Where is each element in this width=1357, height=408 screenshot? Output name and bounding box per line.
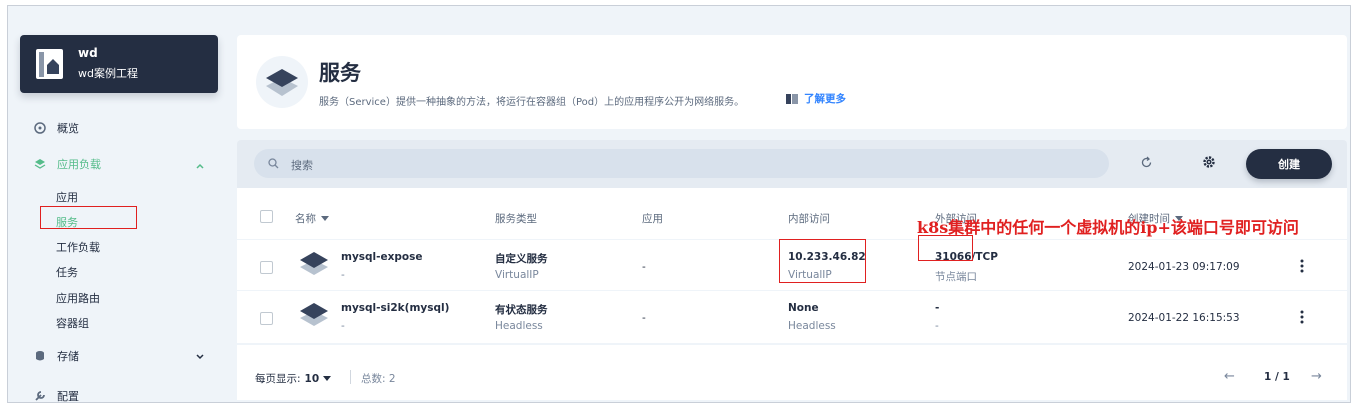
- sidebar-item-label: 存储: [57, 350, 79, 363]
- learn-more-label: 了解更多: [804, 93, 846, 105]
- row-checkbox[interactable]: [260, 261, 273, 274]
- created-time: 2024-01-22 16:15:53: [1128, 312, 1240, 324]
- sidebar-subitem-pods[interactable]: 容器组: [56, 315, 89, 331]
- page-indicator: 1 / 1: [1264, 371, 1290, 383]
- highlight-box-internal-ip: [779, 239, 866, 283]
- chevron-down-icon[interactable]: [195, 352, 205, 362]
- divider: [350, 370, 351, 384]
- refresh-icon[interactable]: [1140, 156, 1153, 169]
- service-name-sub: -: [341, 269, 345, 281]
- service-name[interactable]: mysql-si2k(mysql): [341, 302, 449, 314]
- external-access-sub: -: [935, 320, 939, 332]
- service-name-sub: -: [341, 320, 345, 332]
- workspace-name: wd: [78, 46, 98, 60]
- external-access: -: [935, 302, 940, 314]
- create-button[interactable]: 创建: [1246, 149, 1332, 179]
- row-checkbox[interactable]: [260, 312, 273, 325]
- internal-access-sub: Headless: [788, 320, 836, 332]
- service-app: -: [642, 261, 646, 273]
- service-type-sub: Headless: [495, 320, 543, 332]
- book-icon: [786, 93, 798, 104]
- per-page-select[interactable]: 每页显示: 10: [255, 371, 332, 386]
- column-header-internal: 内部访问: [788, 213, 830, 225]
- dashboard-icon: [34, 122, 46, 134]
- sidebar-subitem-apps[interactable]: 应用: [56, 189, 78, 205]
- service-type-sub: VirtualIP: [495, 269, 539, 281]
- gear-icon[interactable]: [1202, 155, 1216, 169]
- page-title: 服务: [319, 61, 361, 85]
- prev-page-icon[interactable]: ←: [1224, 369, 1235, 384]
- sort-down-icon: [321, 215, 329, 221]
- sidebar-subitem-workloads[interactable]: 工作负载: [56, 239, 100, 255]
- created-time: 2024-01-23 09:17:09: [1128, 261, 1240, 273]
- sidebar-item-app-workloads[interactable]: 应用负载: [34, 156, 101, 172]
- sidebar-item-label: 配置: [57, 390, 79, 403]
- column-header-label: 名称: [295, 213, 316, 225]
- workspace-icon: [36, 49, 63, 79]
- sidebar-subitem-jobs[interactable]: 任务: [56, 264, 78, 280]
- page-description: 服务（Service）提供一种抽象的方法，将运行在容器组（Pod）上的应用程序公…: [319, 97, 745, 108]
- total-count: 总数: 2: [361, 373, 396, 385]
- more-icon[interactable]: [1300, 259, 1304, 273]
- service-type: 有状态服务: [495, 304, 548, 316]
- workspace-description: wd案例工程: [78, 67, 138, 80]
- sidebar-subitem-ingress[interactable]: 应用路由: [56, 290, 100, 306]
- workspace-card[interactable]: wd wd案例工程: [20, 35, 218, 93]
- sidebar-item-storage[interactable]: 存储: [34, 348, 79, 364]
- wrench-icon: [35, 391, 45, 401]
- toolbar: 搜索 创建: [237, 140, 1347, 188]
- column-header-name[interactable]: 名称: [295, 211, 329, 226]
- database-icon: [36, 351, 44, 361]
- chevron-up-icon[interactable]: [195, 161, 205, 171]
- more-icon[interactable]: [1300, 310, 1304, 324]
- select-all-checkbox[interactable]: [260, 210, 273, 223]
- column-header-type: 服务类型: [495, 213, 537, 225]
- search-placeholder: 搜索: [291, 159, 313, 172]
- next-page-icon[interactable]: →: [1311, 369, 1322, 384]
- table-footer: 每页显示: 10 总数: 2 ← 1 / 1 →: [237, 344, 1347, 400]
- sidebar-item-label: 概览: [57, 122, 79, 135]
- annotation-text: k8s集群中的任何一个虚拟机的ip+该端口号即可访问: [917, 218, 1299, 237]
- search-icon: [268, 158, 279, 169]
- service-type: 自定义服务: [495, 253, 548, 265]
- sidebar-item-config[interactable]: 配置: [34, 388, 79, 403]
- service-icon: [300, 303, 328, 326]
- sidebar-item-label: 应用负载: [57, 158, 101, 171]
- per-page-label: 每页显示:: [255, 373, 301, 385]
- app-window: wd wd案例工程 概览 应用负载 应用 服务 工作负载 任务 应用路由 容器组…: [7, 5, 1351, 403]
- search-input[interactable]: 搜索: [254, 149, 1109, 178]
- learn-more-link[interactable]: 了解更多: [785, 91, 846, 106]
- highlight-box-node-port: [918, 235, 973, 261]
- service-app: -: [642, 312, 646, 324]
- internal-access: None: [788, 302, 819, 314]
- caret-down-icon: [323, 375, 332, 381]
- service-icon: [256, 56, 308, 108]
- column-header-app: 应用: [642, 213, 663, 225]
- per-page-value: 10: [304, 372, 320, 385]
- page-header: 服务 服务（Service）提供一种抽象的方法，将运行在容器组（Pod）上的应用…: [237, 35, 1347, 129]
- service-icon: [300, 252, 328, 275]
- highlight-box-services: [40, 206, 137, 229]
- service-name[interactable]: mysql-expose: [341, 251, 423, 263]
- layers-icon: [34, 159, 46, 169]
- sidebar-item-overview[interactable]: 概览: [34, 120, 79, 136]
- row-divider: [237, 290, 1347, 291]
- external-access-sub: 节点端口: [935, 271, 977, 283]
